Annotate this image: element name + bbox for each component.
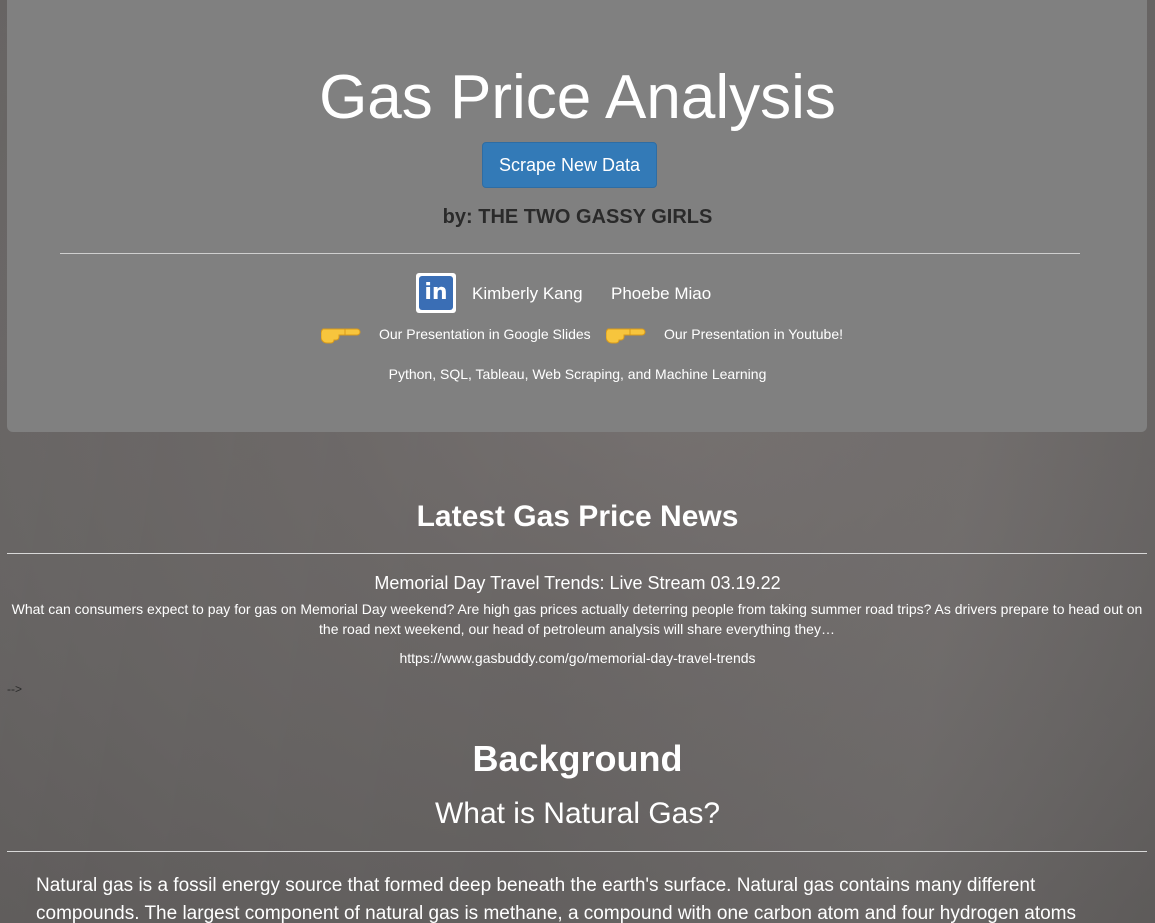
- stray-comment-text: -->: [7, 682, 22, 696]
- author-link-phoebe[interactable]: Phoebe Miao: [611, 284, 711, 304]
- skills-text: Python, SQL, Tableau, Web Scraping, and …: [388, 366, 767, 382]
- background-subheading: What is Natural Gas?: [434, 797, 721, 830]
- pointing-hand-icon: [321, 328, 361, 344]
- pointing-hand-icon: [606, 328, 646, 344]
- google-slides-link[interactable]: Our Presentation in Google Slides: [379, 326, 591, 342]
- linkedin-icon[interactable]: in: [416, 273, 456, 313]
- background-heading: Background: [472, 738, 683, 779]
- page-title: Gas Price Analysis: [319, 63, 836, 132]
- background-paragraph: Natural gas is a fossil energy source th…: [36, 875, 1076, 923]
- byline: by: THE TWO GASSY GIRLS: [442, 206, 713, 228]
- author-link-kimberly[interactable]: Kimberly Kang: [472, 284, 583, 304]
- news-article-title[interactable]: Memorial Day Travel Trends: Live Stream …: [0, 573, 1155, 594]
- scrape-new-data-button[interactable]: Scrape New Data: [482, 142, 657, 188]
- background-divider: [7, 851, 1147, 852]
- news-divider: [7, 553, 1147, 554]
- header-divider: [60, 253, 1080, 254]
- youtube-link[interactable]: Our Presentation in Youtube!: [664, 326, 843, 342]
- news-article-summary: What can consumers expect to pay for gas…: [11, 601, 1143, 637]
- news-heading: Latest Gas Price News: [416, 500, 739, 533]
- news-article-url[interactable]: https://www.gasbuddy.com/go/memorial-day…: [0, 650, 1155, 666]
